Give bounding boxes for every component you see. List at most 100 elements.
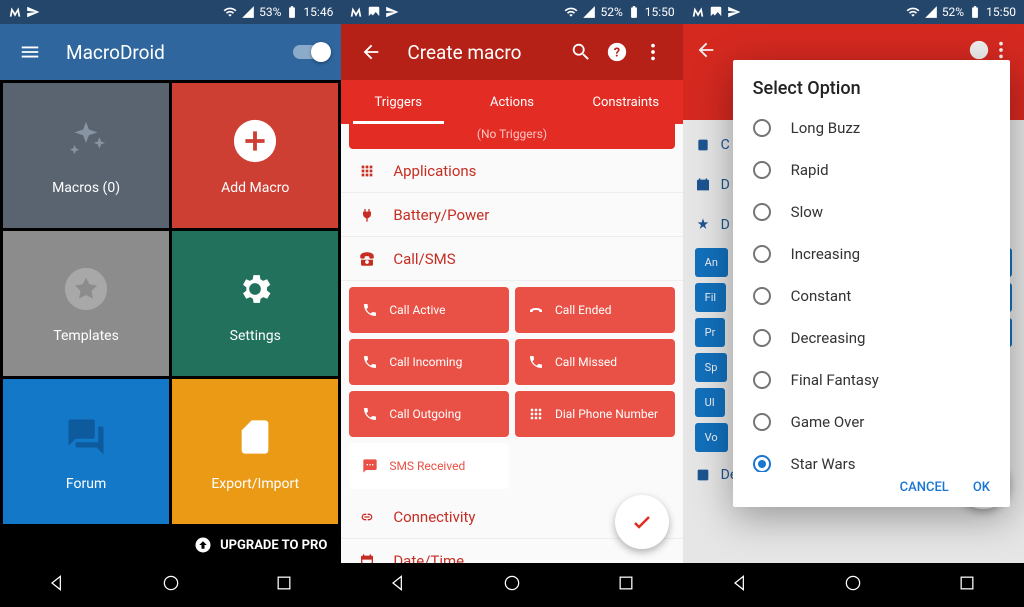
- option-label: Star Wars: [791, 455, 856, 472]
- cat-battery[interactable]: Battery/Power: [341, 193, 682, 237]
- card-call-missed[interactable]: Call Missed: [515, 339, 675, 385]
- nav-home[interactable]: [843, 573, 863, 597]
- option-constant[interactable]: Constant: [733, 275, 1010, 317]
- wifi-icon: [223, 5, 237, 19]
- option-label: Game Over: [791, 413, 865, 431]
- tile-macros[interactable]: Macros (0): [3, 83, 169, 228]
- menu-button[interactable]: [12, 34, 48, 70]
- status-bar: 52% 15:50: [683, 0, 1024, 24]
- upgrade-bar[interactable]: UPGRADE TO PRO: [0, 527, 341, 563]
- option-game-over[interactable]: Game Over: [733, 401, 1010, 443]
- screen3-body: Tri Actions aints C D D AnStatus Fileen …: [683, 24, 1024, 563]
- tile-templates[interactable]: Templates: [3, 231, 169, 376]
- overflow-button[interactable]: [635, 34, 671, 70]
- star-circle-icon: [61, 264, 111, 314]
- apps-icon: [357, 163, 377, 179]
- tab-actions[interactable]: Actions: [455, 80, 569, 124]
- nav-recent[interactable]: [957, 573, 977, 597]
- tile-label: Templates: [53, 328, 119, 344]
- cancel-button[interactable]: CANCEL: [900, 480, 949, 495]
- svg-text:?: ?: [613, 46, 619, 61]
- cat-applications[interactable]: Applications: [341, 149, 682, 193]
- signal-icon: [241, 5, 255, 19]
- wifi-icon: [906, 5, 920, 19]
- radio-icon: [753, 371, 771, 389]
- option-final-fantasy[interactable]: Final Fantasy: [733, 359, 1010, 401]
- option-decreasing[interactable]: Decreasing: [733, 317, 1010, 359]
- dialpad-icon: [527, 406, 545, 422]
- option-label: Long Buzz: [791, 119, 861, 137]
- cat-label: Call/SMS: [393, 250, 455, 268]
- tile-add-macro[interactable]: Add Macro: [172, 83, 338, 228]
- confirm-fab[interactable]: [615, 495, 669, 549]
- nav-home[interactable]: [502, 573, 522, 597]
- tile-label: Forum: [66, 476, 106, 492]
- option-increasing[interactable]: Increasing: [733, 233, 1010, 275]
- tile-label: Macros (0): [52, 180, 120, 196]
- help-button[interactable]: ?: [599, 34, 635, 70]
- option-star-wars[interactable]: Star Wars: [733, 443, 1010, 472]
- option-slow[interactable]: Slow: [733, 191, 1010, 233]
- nav-recent[interactable]: [274, 573, 294, 597]
- app-icon-m: [691, 5, 705, 19]
- radio-icon: [753, 245, 771, 263]
- screen-select-option: 52% 15:50 Tri Actions aints C D D AnStat…: [683, 0, 1024, 607]
- plug-icon: [357, 207, 377, 223]
- phone-missed-icon: [527, 354, 545, 370]
- send-icon: [727, 5, 741, 19]
- sparkle-icon: [61, 116, 111, 166]
- card-sms-received[interactable]: SMS Received: [349, 443, 509, 489]
- tile-forum[interactable]: Forum: [3, 379, 169, 524]
- back-button[interactable]: [353, 34, 389, 70]
- cat-label: Date/Time: [393, 552, 464, 564]
- option-label: Final Fantasy: [791, 371, 879, 389]
- plus-circle-icon: [230, 116, 280, 166]
- tile-export[interactable]: Export/Import: [172, 379, 338, 524]
- tile-settings[interactable]: Settings: [172, 231, 338, 376]
- battery-pct: 52%: [942, 5, 964, 19]
- nav-recent[interactable]: [616, 573, 636, 597]
- battery-icon: [968, 5, 982, 19]
- wifi-icon: [564, 5, 578, 19]
- nav-back[interactable]: [730, 573, 750, 597]
- image-icon: [367, 5, 381, 19]
- card-call-outgoing[interactable]: Call Outgoing: [349, 391, 509, 437]
- clock: 15:46: [303, 5, 333, 19]
- ok-button[interactable]: OK: [973, 480, 990, 495]
- search-button[interactable]: [563, 34, 599, 70]
- nav-bar: [0, 563, 341, 607]
- tab-constraints[interactable]: Constraints: [569, 80, 683, 124]
- option-label: Slow: [791, 203, 823, 221]
- option-long-buzz[interactable]: Long Buzz: [733, 107, 1010, 149]
- option-label: Decreasing: [791, 329, 866, 347]
- option-label: Increasing: [791, 245, 860, 263]
- card-call-incoming[interactable]: Call Incoming: [349, 339, 509, 385]
- upgrade-label: UPGRADE TO PRO: [220, 538, 327, 553]
- cat-label: Applications: [393, 162, 476, 180]
- radio-icon: [753, 413, 771, 431]
- nav-back[interactable]: [47, 573, 67, 597]
- app-icon-m: [8, 5, 22, 19]
- nav-back[interactable]: [388, 573, 408, 597]
- nav-home[interactable]: [161, 573, 181, 597]
- app-title: Create macro: [407, 41, 562, 64]
- card-call-ended[interactable]: Call Ended: [515, 287, 675, 333]
- app-bar: Create macro ?: [341, 24, 682, 80]
- card-dial-number[interactable]: Dial Phone Number: [515, 391, 675, 437]
- battery-pct: 53%: [259, 5, 281, 19]
- tile-label: Settings: [230, 328, 281, 344]
- radio-icon: [753, 455, 771, 472]
- option-rapid[interactable]: Rapid: [733, 149, 1010, 191]
- cat-call-sms[interactable]: Call/SMS: [341, 237, 682, 281]
- card-call-active[interactable]: Call Active: [349, 287, 509, 333]
- screen-home: 53% 15:46 MacroDroid Macros (0) Add Macr…: [0, 0, 341, 607]
- signal-icon: [924, 5, 938, 19]
- tab-triggers[interactable]: Triggers: [341, 80, 455, 124]
- phone-end-icon: [527, 302, 545, 318]
- link-icon: [357, 509, 377, 525]
- status-bar: 52% 15:50: [341, 0, 682, 24]
- sms-icon: [361, 458, 379, 474]
- option-label: Rapid: [791, 161, 829, 179]
- gear-icon: [230, 264, 280, 314]
- master-toggle[interactable]: [293, 45, 329, 59]
